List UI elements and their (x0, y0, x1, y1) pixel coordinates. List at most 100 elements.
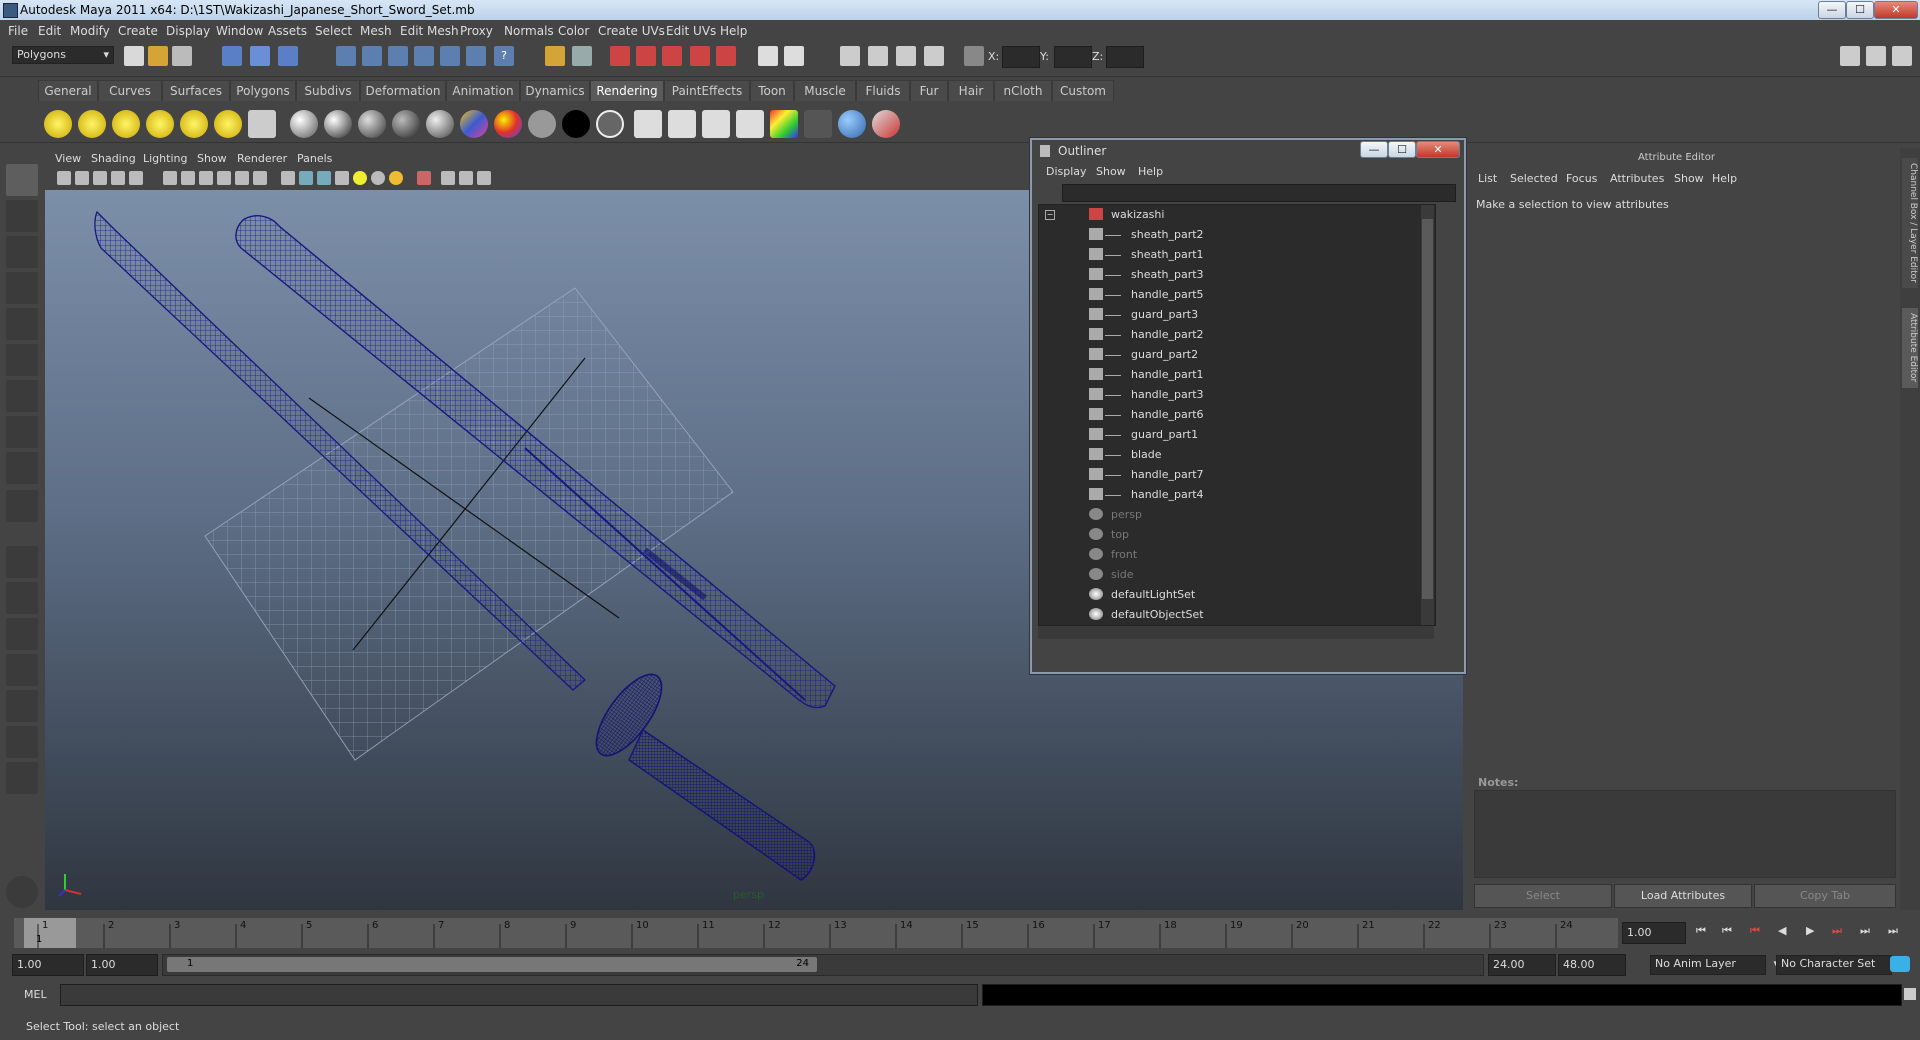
menu-normals[interactable]: Normals (504, 24, 554, 38)
textured-icon[interactable] (335, 171, 349, 185)
tree-row[interactable]: side (1039, 565, 1449, 585)
render-layer-icon[interactable] (248, 110, 276, 138)
film-gate-icon[interactable] (181, 171, 195, 185)
outliner-menu-display[interactable]: Display (1046, 165, 1087, 178)
command-input[interactable] (60, 984, 978, 1006)
menu-assets[interactable]: Assets (268, 24, 307, 38)
scale-tool-icon[interactable] (6, 344, 38, 376)
outliner-close-button[interactable]: ✕ (1416, 141, 1460, 158)
maximize-button[interactable]: ☐ (1846, 1, 1874, 19)
blinn-icon[interactable] (324, 110, 352, 138)
four-view-layout-icon[interactable] (6, 582, 38, 614)
attribute-editor-tab[interactable]: Attribute Editor (1902, 308, 1918, 388)
shelf-tab-animation[interactable]: Animation (446, 80, 520, 101)
new-scene-icon[interactable] (124, 46, 144, 66)
tree-row[interactable]: handle_part1 (1039, 365, 1449, 385)
menu-mesh[interactable]: Mesh (360, 24, 392, 38)
point-light-icon[interactable] (112, 110, 140, 138)
outliner-persp-layout-icon[interactable] (6, 618, 38, 650)
tree-row[interactable]: guard_part3 (1039, 305, 1449, 325)
show-manipulator-icon[interactable] (6, 452, 38, 484)
menu-create-uvs[interactable]: Create UVs (598, 24, 665, 38)
hypershade-icon[interactable] (690, 46, 710, 66)
channel-box-tab[interactable]: Channel Box / Layer Editor (1902, 158, 1918, 288)
play-backwards-icon[interactable]: ◀ (1778, 924, 1786, 937)
snap-plane-icon[interactable] (414, 46, 434, 66)
wireframe-on-shaded-icon[interactable] (317, 171, 331, 185)
select-component-icon[interactable] (278, 46, 298, 66)
viewport-menu-renderer[interactable]: Renderer (237, 152, 287, 165)
outliner-minimize-button[interactable]: — (1360, 141, 1388, 158)
save-scene-icon[interactable] (172, 46, 192, 66)
menu-edit[interactable]: Edit (38, 24, 61, 38)
assign-material-icon[interactable] (838, 110, 866, 138)
tree-row[interactable]: handle_part6 (1039, 405, 1449, 425)
snap-point-icon[interactable] (388, 46, 408, 66)
x-field[interactable] (1002, 46, 1040, 68)
phonge-icon[interactable] (392, 110, 420, 138)
lambert-icon[interactable] (290, 110, 318, 138)
playback-start-field[interactable]: 1.00 (86, 954, 158, 976)
select-button[interactable]: Select (1474, 884, 1612, 908)
lasso-tool-icon[interactable] (6, 200, 38, 232)
shelf-tab-surfaces[interactable]: Surfaces (162, 80, 230, 101)
hypershade-shelf-icon[interactable] (770, 110, 798, 138)
script-editor-button-icon[interactable] (1904, 988, 1916, 1000)
outliner-filter-field[interactable] (1062, 184, 1456, 202)
tree-row[interactable]: blade (1039, 445, 1449, 465)
ramp-shader-icon[interactable] (460, 110, 488, 138)
snap-grid-icon[interactable] (336, 46, 356, 66)
ae-menu-help[interactable]: Help (1712, 172, 1737, 185)
time-slider[interactable]: 1 1 2 3 4 5 6 7 8 9 10 11 12 13 14 15 16 17 18 19 20 21 22 23 2… (14, 918, 1618, 948)
ae-menu-show[interactable]: Show (1674, 172, 1704, 185)
go-to-start-icon[interactable]: ⏮ (1696, 924, 1706, 938)
camera-attributes-icon[interactable] (75, 171, 89, 185)
shelf-tab-ncloth[interactable]: nCloth (994, 80, 1052, 101)
paint-select-tool-icon[interactable] (6, 236, 38, 268)
question-icon[interactable]: ? (494, 46, 514, 66)
minimize-button[interactable]: — (1818, 1, 1846, 19)
render-region-icon[interactable] (702, 110, 730, 138)
play-forwards-icon[interactable]: ▶ (1806, 924, 1814, 937)
ae-menu-selected[interactable]: Selected (1510, 172, 1558, 185)
shelf-tab-hair[interactable]: Hair (948, 80, 994, 101)
menu-modify[interactable]: Modify (70, 24, 110, 38)
menu-help[interactable]: Help (720, 24, 747, 38)
spot-light-icon[interactable] (146, 110, 174, 138)
render-current-frame-icon[interactable] (634, 110, 662, 138)
field-chart-icon[interactable] (235, 171, 249, 185)
copy-tab-button[interactable]: Copy Tab (1754, 884, 1896, 908)
tree-row[interactable]: defaultLightSet (1039, 585, 1449, 605)
ae-menu-attributes[interactable]: Attributes (1610, 172, 1664, 185)
smooth-shade-icon[interactable] (299, 171, 313, 185)
menu-create[interactable]: Create (118, 24, 158, 38)
camera-select-icon[interactable] (57, 171, 71, 185)
soft-modification-icon[interactable] (6, 416, 38, 448)
render-view-shelf-icon[interactable] (804, 110, 832, 138)
snap-surface-icon[interactable] (466, 46, 486, 66)
rotate-tool-icon[interactable] (6, 308, 38, 340)
viewport-menu-view[interactable]: View (55, 152, 81, 165)
ipr-render-icon[interactable] (636, 46, 656, 66)
surface-shader-icon[interactable] (494, 110, 522, 138)
notes-field[interactable] (1474, 790, 1896, 878)
input-ops-icon[interactable] (545, 46, 565, 66)
tree-row[interactable]: sheath_part3 (1039, 265, 1449, 285)
shelf-tab-rendering[interactable]: Rendering (590, 80, 664, 101)
wireframe-icon[interactable] (281, 171, 295, 185)
use-all-lights-icon[interactable] (353, 171, 367, 185)
menu-display[interactable]: Display (166, 24, 210, 38)
isolate-select-icon[interactable] (417, 171, 431, 185)
outliner-menu-show[interactable]: Show (1096, 165, 1126, 178)
range-slider[interactable]: 1 24 (162, 954, 1484, 976)
tree-row[interactable]: handle_part3 (1039, 385, 1449, 405)
resolution-gate-icon[interactable] (199, 171, 213, 185)
move-tool-icon[interactable] (6, 272, 38, 304)
persp-graph-hypergraph-layout-icon[interactable] (6, 726, 38, 758)
render-globals-icon[interactable] (736, 110, 764, 138)
tree-row[interactable]: persp (1039, 505, 1449, 525)
select-object-icon[interactable] (250, 46, 270, 66)
tree-row[interactable]: defaultObjectSet (1039, 605, 1449, 625)
step-forward-key-icon[interactable]: ⏭ (1860, 924, 1870, 938)
phong-icon[interactable] (358, 110, 386, 138)
